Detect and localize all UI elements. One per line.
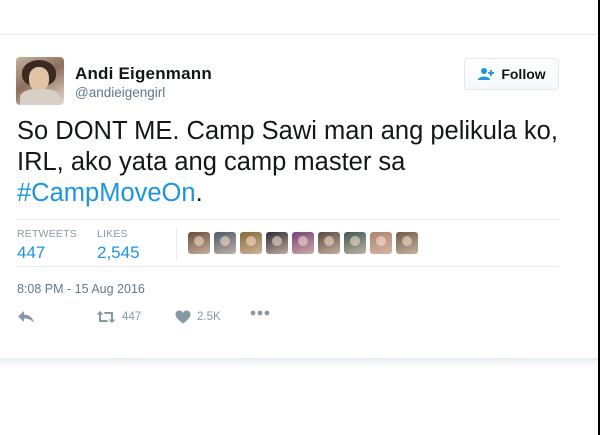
like-button[interactable]: 2.5K <box>175 310 221 324</box>
liker-avatar[interactable] <box>318 232 340 254</box>
tweet-line-1: So DONT ME. Camp Sawi man ang pelikula k… <box>17 117 558 145</box>
add-user-icon <box>478 68 495 80</box>
liker-avatar[interactable] <box>370 232 392 254</box>
more-button[interactable] <box>250 310 270 316</box>
likes-label: LIKES <box>97 228 128 240</box>
retweets-stat[interactable]: RETWEETS 447 <box>17 228 77 263</box>
retweet-button[interactable]: 447 <box>96 310 141 324</box>
follow-button[interactable]: Follow <box>464 58 559 90</box>
reply-icon <box>18 311 34 323</box>
card-bottom-shadow <box>0 358 600 368</box>
retweets-label: RETWEETS <box>17 228 77 240</box>
retweets-count: 447 <box>17 243 46 262</box>
likes-stat[interactable]: LIKES 2,545 <box>97 228 140 263</box>
tweet-trailing: . <box>195 179 203 207</box>
liker-avatar[interactable] <box>344 232 366 254</box>
user-name[interactable]: Andi Eigenmann <box>75 64 212 84</box>
reply-button[interactable] <box>17 310 35 324</box>
heart-icon <box>175 310 191 324</box>
likes-count: 2,545 <box>97 243 140 262</box>
liker-avatar[interactable] <box>292 232 314 254</box>
stats-divider-top <box>17 219 559 220</box>
top-divider <box>0 34 600 35</box>
liker-avatar[interactable] <box>188 232 210 254</box>
stats-vertical-divider <box>176 228 177 260</box>
more-icon <box>250 310 270 316</box>
follow-button-label: Follow <box>501 66 546 82</box>
liker-avatar[interactable] <box>240 232 262 254</box>
tweet-text: So DONT ME. Camp Sawi man ang pelikula k… <box>17 116 582 209</box>
tweet-timestamp[interactable]: 8:08 PM - 15 Aug 2016 <box>17 282 145 296</box>
user-handle[interactable]: @andieigengirl <box>75 85 165 100</box>
tweet-line-3: #CampMoveOn. <box>17 178 582 209</box>
avatar[interactable] <box>16 57 64 105</box>
retweet-count: 447 <box>122 311 142 323</box>
like-count: 2.5K <box>197 311 221 323</box>
tweet-line-2: IRL, ako yata ang camp master sa <box>17 148 406 176</box>
liker-avatar[interactable] <box>214 232 236 254</box>
liker-avatar[interactable] <box>396 232 418 254</box>
likers-avatars <box>188 232 418 254</box>
liker-avatar[interactable] <box>266 232 288 254</box>
retweet-icon <box>96 311 116 323</box>
stats-divider-bottom <box>17 266 559 267</box>
hashtag-link[interactable]: #CampMoveOn <box>17 179 196 207</box>
